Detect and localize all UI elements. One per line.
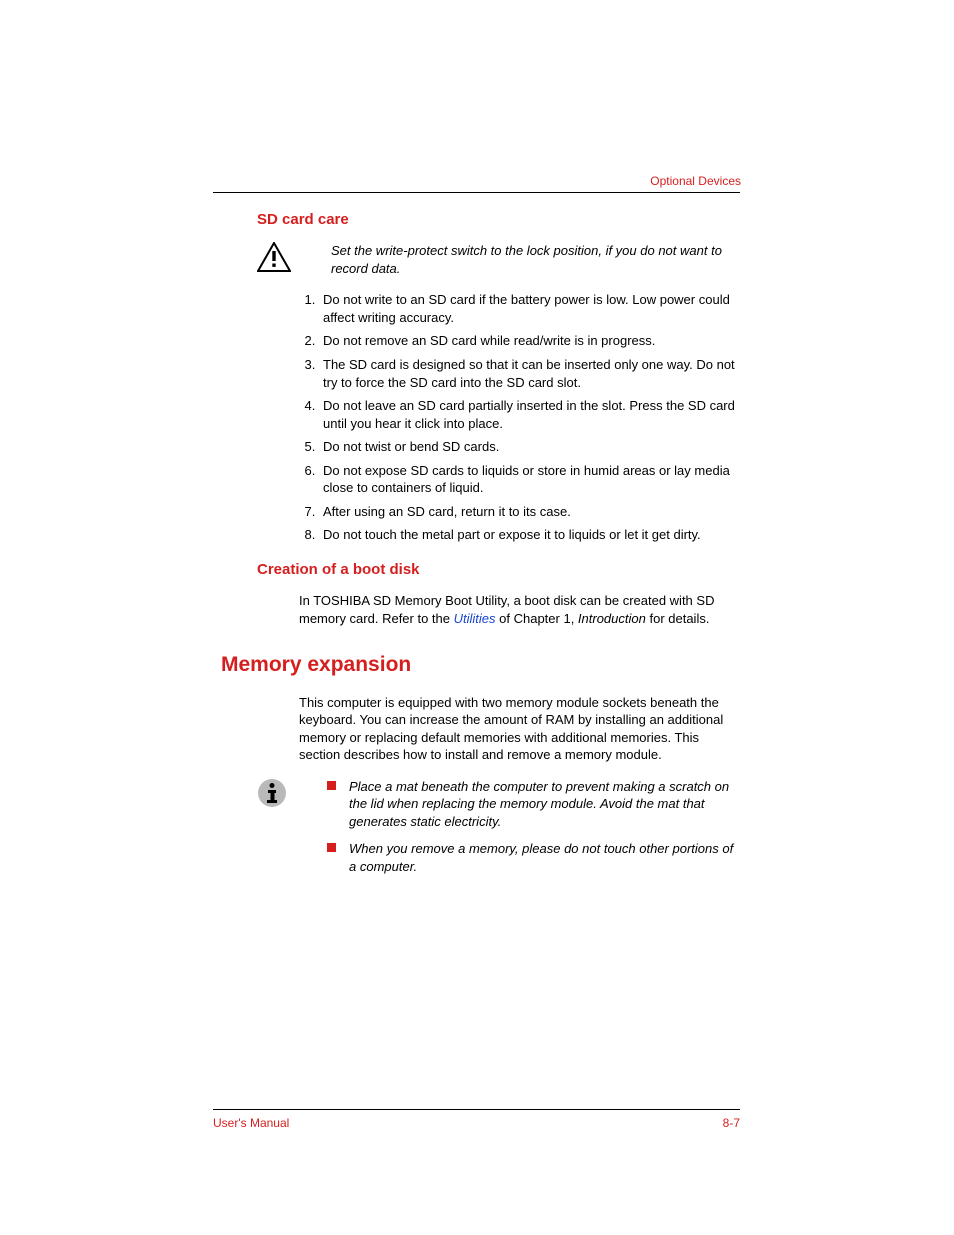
list-item: Do not touch the metal part or expose it… [319,526,740,544]
footer-manual-label: User's Manual [213,1115,289,1131]
list-item: The SD card is designed so that it can b… [319,356,740,391]
text: of Chapter 1, [496,611,578,626]
list-item: Place a mat beneath the computer to prev… [327,778,740,831]
info-block: Place a mat beneath the computer to prev… [257,778,740,886]
content-area: SD card care Set the write-protect switc… [257,210,740,886]
header-section-label: Optional Devices [650,173,741,189]
text: for details. [646,611,710,626]
info-bullets: Place a mat beneath the computer to prev… [301,778,740,886]
heading-memory-expansion: Memory expansion [221,651,740,679]
info-icon [257,778,287,808]
list-item: Do not expose SD cards to liquids or sto… [319,462,740,497]
list-item: Do not write to an SD card if the batter… [319,291,740,326]
list-item: After using an SD card, return it to its… [319,503,740,521]
list-item: When you remove a memory, please do not … [327,840,740,875]
list-item: Do not remove an SD card while read/writ… [319,332,740,350]
boot-disk-paragraph: In TOSHIBA SD Memory Boot Utility, a boo… [257,592,740,627]
caution-block: Set the write-protect switch to the lock… [257,242,740,277]
heading-boot-disk: Creation of a boot disk [257,560,740,580]
caution-text: Set the write-protect switch to the lock… [305,242,740,277]
memory-expansion-intro: This computer is equipped with two memor… [257,694,740,764]
sd-care-list: Do not write to an SD card if the batter… [257,291,740,544]
page: Optional Devices SD card care Set the wr… [0,0,954,1235]
heading-sd-card-care: SD card care [257,210,740,230]
chapter-name: Introduction [578,611,646,626]
list-item: Do not twist or bend SD cards. [319,438,740,456]
caution-icon [257,242,291,272]
utilities-link[interactable]: Utilities [454,611,496,626]
list-item: Do not leave an SD card partially insert… [319,397,740,432]
footer-rule [213,1109,740,1110]
footer-page-number: 8-7 [723,1115,740,1131]
header-rule [213,192,740,193]
